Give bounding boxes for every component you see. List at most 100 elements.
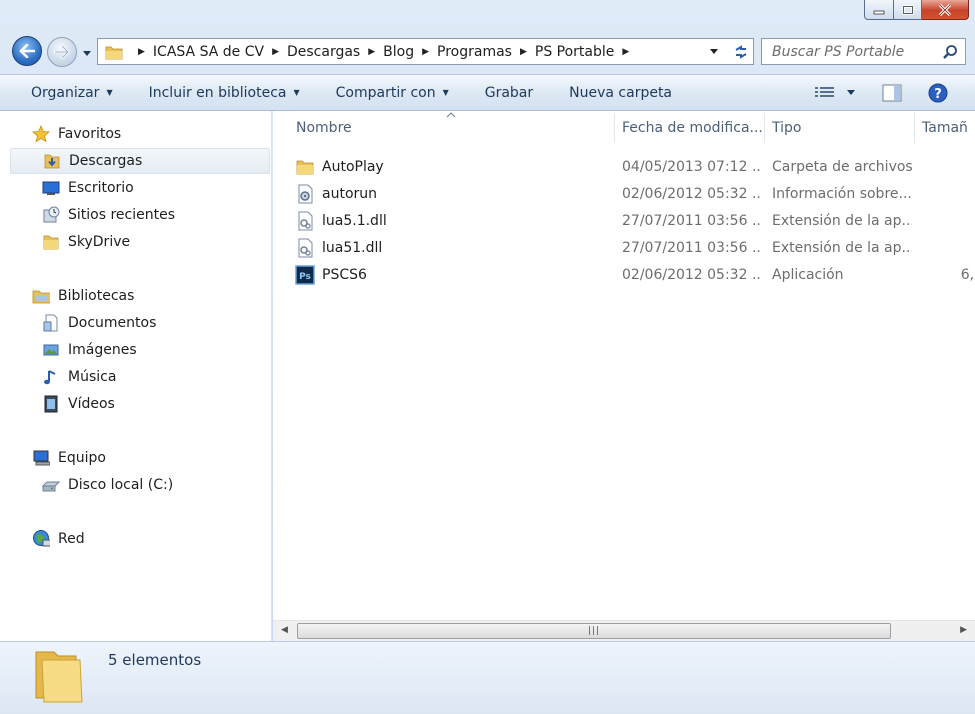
sidebar-item-descargas[interactable]: Descargas — [10, 148, 270, 174]
folder-icon — [295, 157, 315, 177]
burn-button[interactable]: Grabar — [467, 75, 551, 110]
file-date: 02/06/2012 05:32 ... — [622, 185, 762, 202]
file-list: Nombre Fecha de modifica... Tipo Tamañ A… — [273, 111, 975, 641]
change-view-button[interactable] — [814, 86, 856, 100]
close-icon — [938, 3, 952, 16]
file-row[interactable]: lua51.dll 27/07/2011 03:56 ... Extensión… — [273, 234, 975, 261]
scrollbar-thumb[interactable]: ||| — [297, 623, 891, 639]
back-arrow-icon — [19, 44, 35, 58]
forward-arrow-icon — [54, 45, 70, 59]
preview-pane-button[interactable] — [882, 84, 902, 102]
caption-buttons — [864, 0, 969, 21]
breadcrumb-separator-icon[interactable]: ▶ — [272, 47, 279, 57]
maximize-button[interactable] — [894, 0, 922, 20]
help-button[interactable]: ? — [928, 83, 948, 103]
column-header-date[interactable]: Fecha de modifica... — [614, 111, 764, 144]
breadcrumb-item[interactable]: Blog — [383, 44, 414, 60]
minimize-button[interactable] — [864, 0, 894, 20]
breadcrumb-item[interactable]: Programas — [437, 44, 512, 60]
search-icon[interactable] — [942, 44, 958, 60]
horizontal-scrollbar[interactable]: ◀ ||| ▶ — [273, 620, 975, 641]
forward-button[interactable] — [47, 37, 77, 67]
photoshop-app-icon: Ps — [295, 264, 315, 285]
file-row[interactable]: Ps PSCS6 02/06/2012 05:32 ... Aplicación… — [273, 261, 975, 288]
organize-menu[interactable]: Organizar ▼ — [0, 75, 131, 110]
sidebar-item-videos[interactable]: Vídeos — [42, 391, 115, 417]
videos-icon — [42, 395, 60, 413]
sidebar-group-network[interactable]: Red — [32, 526, 85, 552]
documents-icon — [42, 314, 60, 332]
sidebar-item-documentos[interactable]: Documentos — [42, 310, 156, 336]
sidebar-item-musica[interactable]: Música — [42, 364, 116, 390]
refresh-button[interactable] — [728, 38, 754, 65]
sidebar-item-label: Documentos — [68, 315, 157, 331]
star-icon — [32, 125, 50, 143]
include-in-library-menu[interactable]: Incluir en biblioteca ▼ — [131, 75, 318, 110]
svg-text:?: ? — [934, 87, 942, 102]
file-row[interactable]: autorun 02/06/2012 05:32 ... Información… — [273, 180, 975, 207]
file-name: lua51.dll — [322, 239, 383, 256]
sidebar-item-skydrive[interactable]: SkyDrive — [42, 229, 130, 255]
sidebar-group-favorites[interactable]: Favoritos — [32, 121, 121, 147]
scroll-left-icon[interactable]: ◀ — [281, 625, 288, 635]
sidebar-item-label: Imágenes — [68, 342, 137, 358]
breadcrumb-separator-icon[interactable]: ▶ — [422, 47, 429, 57]
network-icon — [32, 530, 50, 548]
new-folder-label: Nueva carpeta — [569, 84, 673, 101]
details-pane: 5 elementos — [0, 641, 975, 714]
toolbar-right: ? — [814, 75, 975, 110]
navigation-bar: ▶ ICASA SA de CV ▶ Descargas ▶ Blog ▶ Pr… — [0, 35, 975, 69]
file-date: 27/07/2011 03:56 ... — [622, 212, 762, 229]
file-type: Información sobre... — [772, 185, 912, 202]
column-header-size[interactable]: Tamañ — [914, 111, 975, 144]
file-size — [933, 234, 975, 261]
file-name-cell: Ps PSCS6 — [295, 261, 367, 288]
settings-file-icon — [295, 184, 315, 204]
breadcrumb-item[interactable]: PS Portable — [535, 44, 615, 60]
address-history-dropdown-icon[interactable] — [709, 48, 719, 56]
search-box — [761, 38, 966, 65]
sidebar-group-computer[interactable]: Equipo — [32, 445, 106, 471]
refresh-icon — [735, 44, 747, 59]
sidebar-item-imagenes[interactable]: Imágenes — [42, 337, 137, 363]
sidebar-group-libraries[interactable]: Bibliotecas — [32, 283, 134, 309]
breadcrumb-separator-icon[interactable]: ▶ — [138, 47, 145, 57]
new-folder-button[interactable]: Nueva carpeta — [551, 75, 690, 110]
share-with-menu[interactable]: Compartir con ▼ — [318, 75, 467, 110]
sidebar-group-label: Bibliotecas — [58, 288, 135, 304]
breadcrumb-separator-icon[interactable]: ▶ — [622, 47, 629, 57]
file-date: 04/05/2013 07:12 ... — [622, 158, 762, 175]
breadcrumb-item[interactable]: ICASA SA de CV — [153, 44, 264, 60]
breadcrumb-item[interactable]: Descargas — [287, 44, 360, 60]
file-type: Extensión de la ap... — [772, 239, 912, 256]
file-row[interactable]: lua5.1.dll 27/07/2011 03:56 ... Extensió… — [273, 207, 975, 234]
sidebar-item-label: SkyDrive — [68, 234, 131, 250]
sidebar-item-disco-local[interactable]: Disco local (C:) — [42, 472, 173, 498]
file-row[interactable]: AutoPlay 04/05/2013 07:12 ... Carpeta de… — [273, 153, 975, 180]
column-header-type[interactable]: Tipo — [764, 111, 914, 144]
search-input[interactable] — [770, 42, 944, 61]
breadcrumb-separator-icon[interactable]: ▶ — [520, 47, 527, 57]
file-size: 3 — [933, 207, 975, 234]
file-size — [933, 153, 975, 180]
sidebar-item-sitios-recientes[interactable]: Sitios recientes — [42, 202, 175, 228]
help-icon: ? — [928, 83, 948, 102]
item-count: 5 elementos — [108, 651, 202, 669]
maximize-icon — [901, 4, 914, 15]
sidebar-item-escritorio[interactable]: Escritorio — [42, 175, 134, 201]
svg-text:Ps: Ps — [299, 272, 311, 282]
recent-pages-dropdown[interactable] — [82, 46, 92, 62]
file-name-cell: lua5.1.dll — [295, 207, 387, 234]
pictures-icon — [42, 341, 60, 359]
file-size: 6,2 — [960, 266, 975, 283]
sort-ascending-icon — [446, 112, 456, 118]
scroll-right-icon[interactable]: ▶ — [960, 625, 967, 635]
column-header-label: Nombre — [296, 119, 352, 136]
file-size — [933, 180, 975, 207]
back-button[interactable] — [12, 36, 42, 66]
include-in-library-label: Incluir en biblioteca — [148, 84, 287, 101]
address-bar[interactable]: ▶ ICASA SA de CV ▶ Descargas ▶ Blog ▶ Pr… — [97, 38, 754, 65]
breadcrumb-separator-icon[interactable]: ▶ — [368, 47, 375, 57]
breadcrumb: ▶ ICASA SA de CV ▶ Descargas ▶ Blog ▶ Pr… — [130, 44, 637, 60]
close-button[interactable] — [922, 0, 969, 20]
